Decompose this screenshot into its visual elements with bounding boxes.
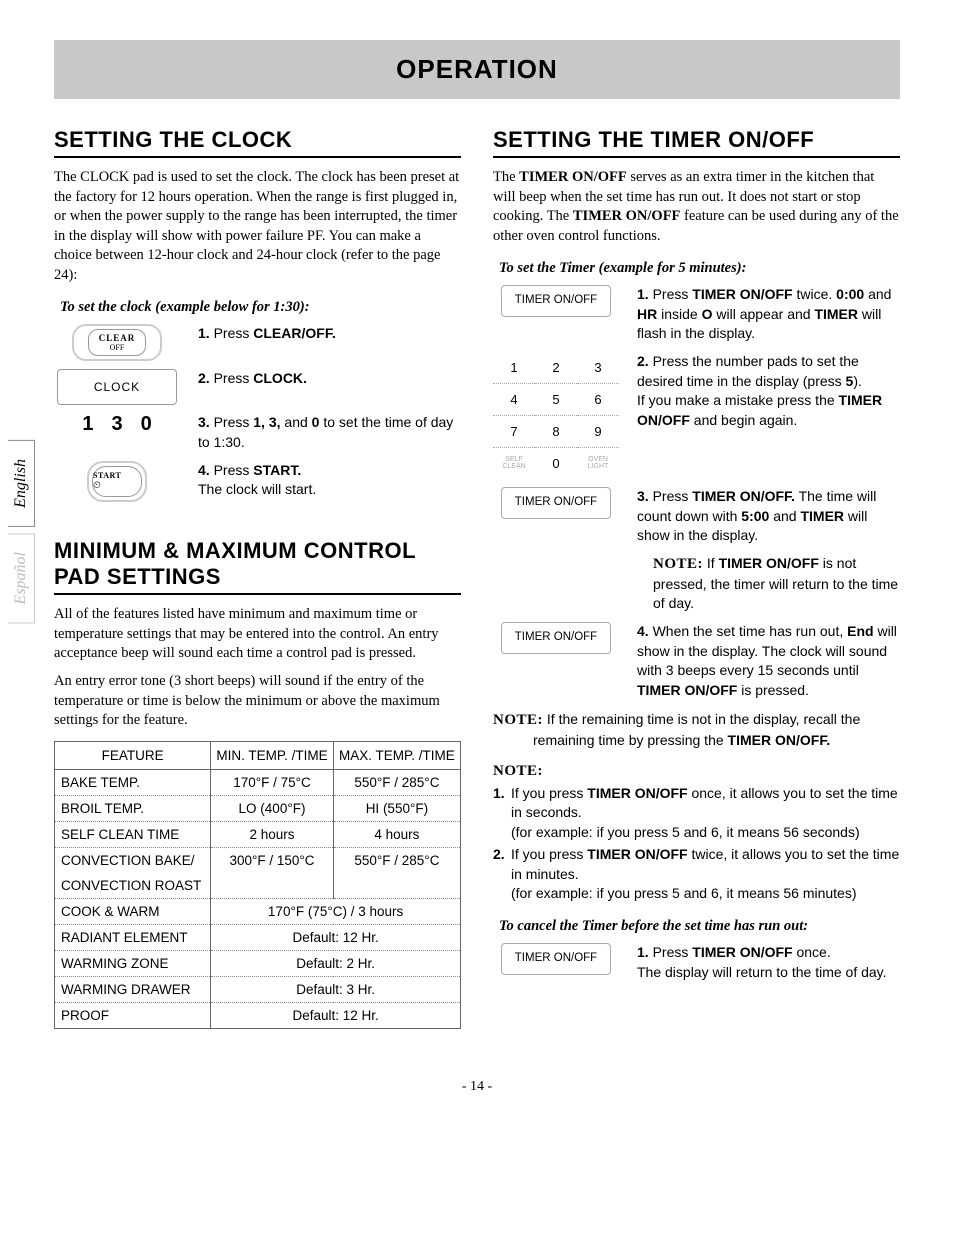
heading-clock: SETTING THE CLOCK <box>54 127 461 158</box>
clock-sub: To set the clock (example below for 1:30… <box>60 299 461 316</box>
timer-note-list: 1. If you press TIMER ON/OFF once, it al… <box>493 784 900 905</box>
heading-timer: SETTING THE TIMER ON/OFF <box>493 127 900 158</box>
clock-icon: ⏲ <box>93 480 141 491</box>
settings-table: FEATUREMIN. TEMP. /TIMEMAX. TEMP. /TIME … <box>54 741 461 1029</box>
timer-button-1: TIMER ON/OFF <box>493 285 619 317</box>
timer-step-4: 4. When the set time has run out, End wi… <box>637 622 900 700</box>
timer-button-cancel: TIMER ON/OFF <box>493 943 619 975</box>
timer-note-b-label: NOTE: <box>493 762 900 780</box>
timer-button-4: TIMER ON/OFF <box>493 622 619 654</box>
clock-step-3: 3. Press 1, 3, and 0 to set the time of … <box>198 413 461 452</box>
clock-step-2: 2. Press CLOCK. <box>198 369 461 389</box>
clear-off-button: CLEAR OFF <box>54 324 180 361</box>
timer-sub: To set the Timer (example for 5 minutes)… <box>499 260 900 277</box>
clock-button: CLOCK <box>54 369 180 405</box>
timer-step-3: 3. Press TIMER ON/OFF. The time will cou… <box>637 487 900 546</box>
page-number: - 14 - <box>54 1079 900 1095</box>
timer-note-3: NOTE: If TIMER ON/OFF is not pressed, th… <box>653 554 900 614</box>
start-button: START ⏲ <box>54 461 180 503</box>
minmax-p2: An entry error tone (3 short beeps) will… <box>54 672 461 731</box>
heading-minmax: MINIMUM & MAXIMUM CONTROL PAD SETTINGS <box>54 538 461 595</box>
number-keypad: 123 456 789 SELF CLEAN0OVEN LIGHT <box>493 352 619 479</box>
timer-intro: The TIMER ON/OFF serves as an extra time… <box>493 168 900 246</box>
page-title: OPERATION <box>54 54 900 85</box>
cancel-sub: To cancel the Timer before the set time … <box>499 918 900 935</box>
clock-intro: The CLOCK pad is used to set the clock. … <box>54 168 461 285</box>
clock-step-4: 4. Press START.The clock will start. <box>198 461 461 500</box>
timer-step-1: 1. Press TIMER ON/OFF twice. 0:00 and HR… <box>637 285 900 344</box>
clock-step-1: 1. Press CLEAR/OFF. <box>198 324 461 344</box>
timer-button-3: TIMER ON/OFF <box>493 487 619 519</box>
minmax-p1: All of the features listed have minimum … <box>54 605 461 664</box>
timer-step-2: 2. Press the number pads to set the desi… <box>637 352 900 430</box>
digit-buttons: 130 <box>54 413 180 436</box>
page-header: OPERATION <box>54 40 900 99</box>
timer-note-a: NOTE: If the remaining time is not in th… <box>493 710 900 749</box>
cancel-step-1: 1. Press TIMER ON/OFF once.The display w… <box>637 943 900 982</box>
